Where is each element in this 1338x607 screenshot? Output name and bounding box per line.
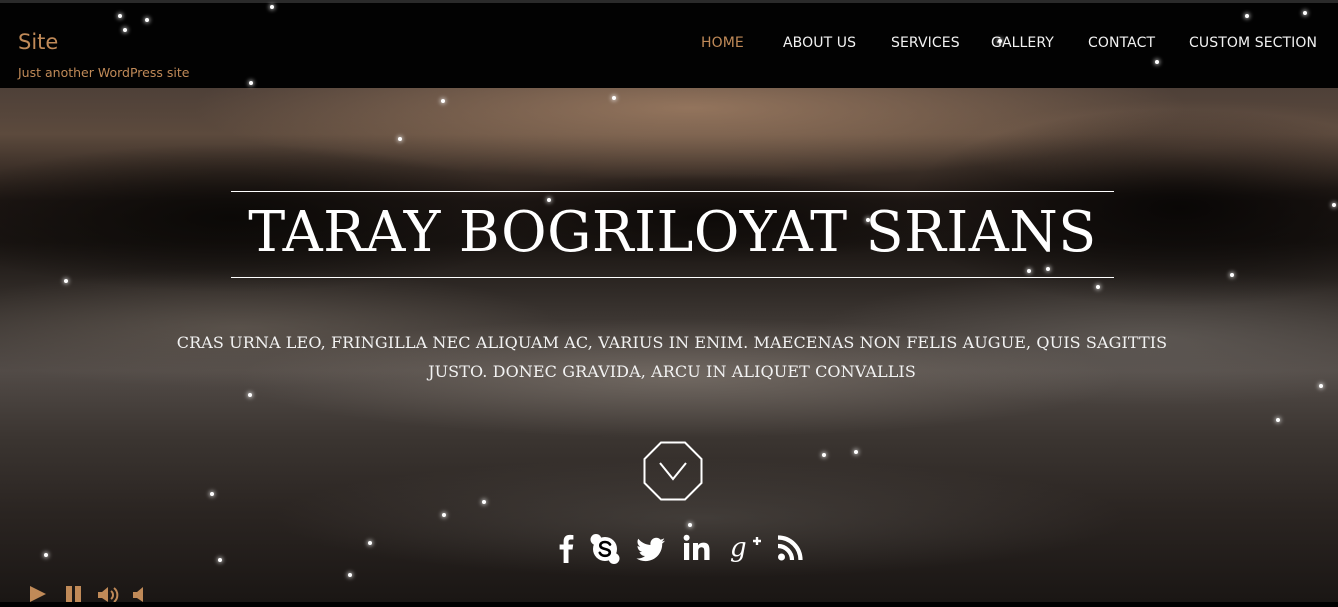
facebook-icon[interactable]: [551, 532, 581, 564]
star-particle: [822, 453, 826, 457]
star-particle: [688, 523, 692, 527]
star-particle: [441, 99, 445, 103]
star-particle: [442, 513, 446, 517]
nav-item-home[interactable]: HOME: [701, 35, 744, 51]
nav-item-about-us[interactable]: ABOUT US: [783, 35, 856, 51]
social-links: g: [0, 532, 1338, 566]
star-particle: [218, 558, 222, 562]
hero-title-block: TARAY BOGRILOYAT SRIANS: [231, 191, 1114, 278]
google-plus-icon[interactable]: g: [729, 532, 763, 564]
star-particle: [398, 137, 402, 141]
star-particle: [348, 573, 352, 577]
pause-icon[interactable]: [64, 583, 84, 607]
star-particle: [1303, 11, 1307, 15]
star-particle: [1332, 203, 1336, 207]
svg-text:g: g: [730, 533, 747, 563]
star-particle: [1230, 273, 1234, 277]
star-particle: [249, 81, 253, 85]
star-particle: [998, 39, 1002, 43]
site-header: Site Just another WordPress site HOME AB…: [0, 3, 1338, 88]
site-tagline: Just another WordPress site: [18, 65, 190, 80]
hero-title: TARAY BOGRILOYAT SRIANS: [248, 200, 1097, 265]
play-icon[interactable]: [28, 583, 48, 607]
volume-icon[interactable]: [97, 583, 121, 607]
star-particle: [368, 541, 372, 545]
nav-item-custom-section[interactable]: CUSTOM SECTION: [1189, 35, 1317, 51]
star-particle: [1319, 384, 1323, 388]
star-particle: [248, 393, 252, 397]
star-particle: [866, 218, 870, 222]
star-particle: [1046, 267, 1050, 271]
chevron-down-octagon-icon[interactable]: [643, 441, 703, 501]
star-particle: [118, 14, 122, 18]
rss-icon[interactable]: [775, 532, 805, 564]
star-particle: [44, 553, 48, 557]
mute-icon[interactable]: [132, 583, 148, 607]
star-particle: [64, 279, 68, 283]
star-particle: [1276, 418, 1280, 422]
star-particle: [612, 96, 616, 100]
star-particle: [123, 28, 127, 32]
nav-item-gallery[interactable]: GALLERY: [991, 35, 1054, 51]
hero-description: CRAS URNA LEO, FRINGILLA NEC ALIQUAM AC,…: [176, 333, 1168, 381]
main-nav: HOME ABOUT US SERVICES GALLERY CONTACT C…: [0, 35, 1338, 55]
star-particle: [210, 492, 214, 496]
star-particle: [270, 5, 274, 9]
nav-item-services[interactable]: SERVICES: [891, 35, 960, 51]
nav-item-contact[interactable]: CONTACT: [1088, 35, 1155, 51]
star-particle: [854, 450, 858, 454]
star-particle: [1245, 14, 1249, 18]
star-particle: [482, 500, 486, 504]
twitter-icon[interactable]: [635, 532, 665, 564]
star-particle: [547, 198, 551, 202]
star-particle: [1027, 269, 1031, 273]
star-particle: [145, 18, 149, 22]
star-particle: [1155, 60, 1159, 64]
skype-icon[interactable]: [589, 532, 620, 564]
linkedin-icon[interactable]: [682, 532, 712, 564]
star-particle: [1096, 285, 1100, 289]
